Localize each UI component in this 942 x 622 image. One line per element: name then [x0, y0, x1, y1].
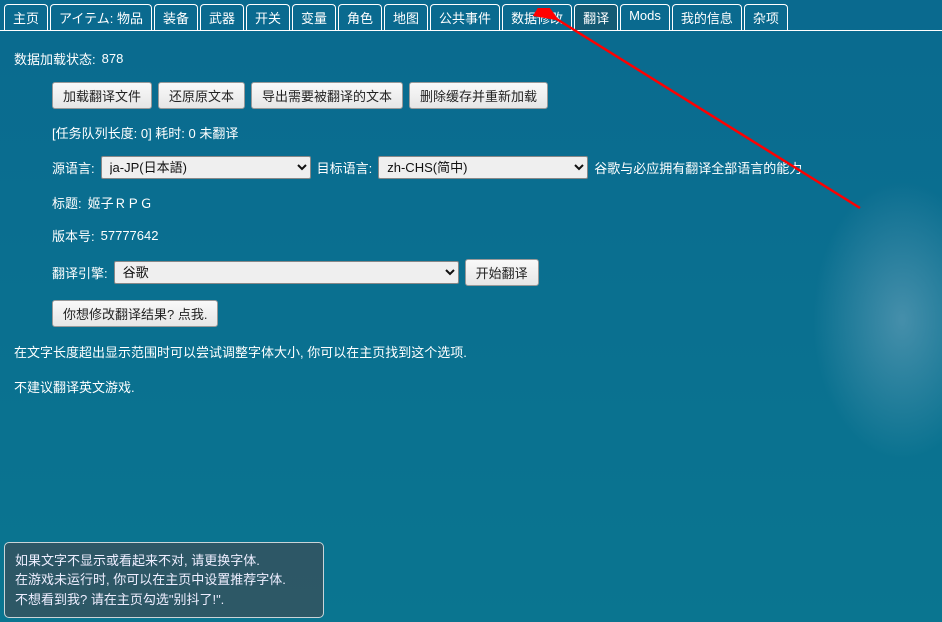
title-row: 标题: 姬子ＲＰＧ [14, 193, 928, 212]
hint-english-games: 不建议翻译英文游戏. [14, 376, 928, 399]
tab-equip[interactable]: 装备 [154, 4, 198, 30]
engine-select[interactable]: 谷歌 [114, 261, 459, 284]
export-untranslated-button[interactable]: 导出需要被翻译的文本 [251, 82, 403, 109]
hint-font-size: 在文字长度超出显示范围时可以尝试调整字体大小, 你可以在主页找到这个选项. [14, 341, 928, 364]
tab-items[interactable]: アイテム: 物品 [50, 4, 152, 30]
engine-row: 翻译引擎: 谷歌 开始翻译 [14, 259, 928, 286]
file-buttons-row: 加载翻译文件 还原原文本 导出需要被翻译的文本 删除缓存并重新加载 [14, 82, 928, 109]
queue-text: [任务队列长度: 0] 耗时: 0 未翻译 [52, 123, 238, 142]
tab-my-info[interactable]: 我的信息 [672, 4, 742, 30]
tab-home[interactable]: 主页 [4, 4, 48, 30]
tab-mods[interactable]: Mods [620, 4, 670, 30]
status-value: 878 [102, 51, 124, 66]
tab-weapons[interactable]: 武器 [200, 4, 244, 30]
status-label: 数据加载状态: [14, 49, 96, 68]
tooltip-line-2: 在游戏未运行时, 你可以在主页中设置推荐字体. [15, 570, 313, 590]
queue-status: [任务队列长度: 0] 耗时: 0 未翻译 [14, 123, 928, 142]
tooltip-line-3: 不想看到我? 请在主页勾选"别抖了!". [15, 590, 313, 610]
target-lang-label: 目标语言: [317, 158, 373, 177]
restore-original-button[interactable]: 还原原文本 [158, 82, 245, 109]
tab-bar: 主页 アイテム: 物品 装备 武器 开关 变量 角色 地图 公共事件 数据修改 … [0, 0, 942, 31]
title-value: 姬子ＲＰＧ [88, 193, 153, 212]
tab-data-edit[interactable]: 数据修改 [502, 4, 572, 30]
tooltip-box: 如果文字不显示或看起来不对, 请更换字体. 在游戏未运行时, 你可以在主页中设置… [4, 542, 324, 619]
edit-result-button[interactable]: 你想修改翻译结果? 点我. [52, 300, 218, 327]
version-value: 57777642 [101, 228, 159, 243]
tab-maps[interactable]: 地图 [384, 4, 428, 30]
tooltip-line-1: 如果文字不显示或看起来不对, 请更换字体. [15, 551, 313, 571]
delete-cache-reload-button[interactable]: 删除缓存并重新加载 [409, 82, 548, 109]
version-row: 版本号: 57777642 [14, 226, 928, 245]
source-lang-label: 源语言: [52, 158, 95, 177]
tab-misc[interactable]: 杂项 [744, 4, 788, 30]
version-label: 版本号: [52, 226, 95, 245]
language-row: 源语言: ja-JP(日本語) 目标语言: zh-CHS(简中) 谷歌与必应拥有… [14, 156, 928, 179]
tab-common-events[interactable]: 公共事件 [430, 4, 500, 30]
tab-actors[interactable]: 角色 [338, 4, 382, 30]
engine-label: 翻译引擎: [52, 263, 108, 282]
tab-switches[interactable]: 开关 [246, 4, 290, 30]
start-translate-button[interactable]: 开始翻译 [465, 259, 539, 286]
load-translation-file-button[interactable]: 加载翻译文件 [52, 82, 152, 109]
data-load-status: 数据加载状态: 878 [14, 49, 928, 68]
source-lang-select[interactable]: ja-JP(日本語) [101, 156, 311, 179]
edit-result-row: 你想修改翻译结果? 点我. [14, 300, 928, 327]
title-label: 标题: [52, 193, 82, 212]
tab-variables[interactable]: 变量 [292, 4, 336, 30]
lang-capability-note: 谷歌与必应拥有翻译全部语言的能力 [594, 158, 802, 177]
tab-translate[interactable]: 翻译 [574, 4, 618, 30]
target-lang-select[interactable]: zh-CHS(简中) [378, 156, 588, 179]
translate-panel: 数据加载状态: 878 加载翻译文件 还原原文本 导出需要被翻译的文本 删除缓存… [0, 31, 942, 418]
